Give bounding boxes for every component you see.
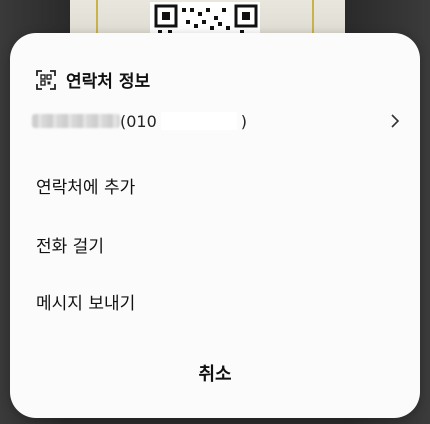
phone-number-suffix: ) xyxy=(240,111,248,131)
contact-info-dialog: 연락처 정보 (010 ) 연락처에 추가 전화 걸기 메시지 보내기 취소 xyxy=(10,33,420,418)
contact-details-row[interactable]: (010 ) xyxy=(32,107,402,135)
qr-scan-icon xyxy=(36,69,56,90)
phone-number-redacted xyxy=(160,112,237,130)
chevron-right-icon xyxy=(391,114,400,128)
send-message-button[interactable]: 메시지 보내기 xyxy=(36,289,135,314)
cancel-button[interactable]: 취소 xyxy=(10,360,420,386)
dialog-title: 연락처 정보 xyxy=(66,72,151,92)
qr-code-image xyxy=(154,4,258,34)
add-to-contacts-button[interactable]: 연락처에 추가 xyxy=(36,173,135,198)
call-button[interactable]: 전화 걸기 xyxy=(36,232,104,257)
dialog-header: 연락처 정보 xyxy=(36,67,150,92)
phone-number-prefix: (010 xyxy=(120,111,157,131)
contact-name-redacted xyxy=(32,114,120,128)
